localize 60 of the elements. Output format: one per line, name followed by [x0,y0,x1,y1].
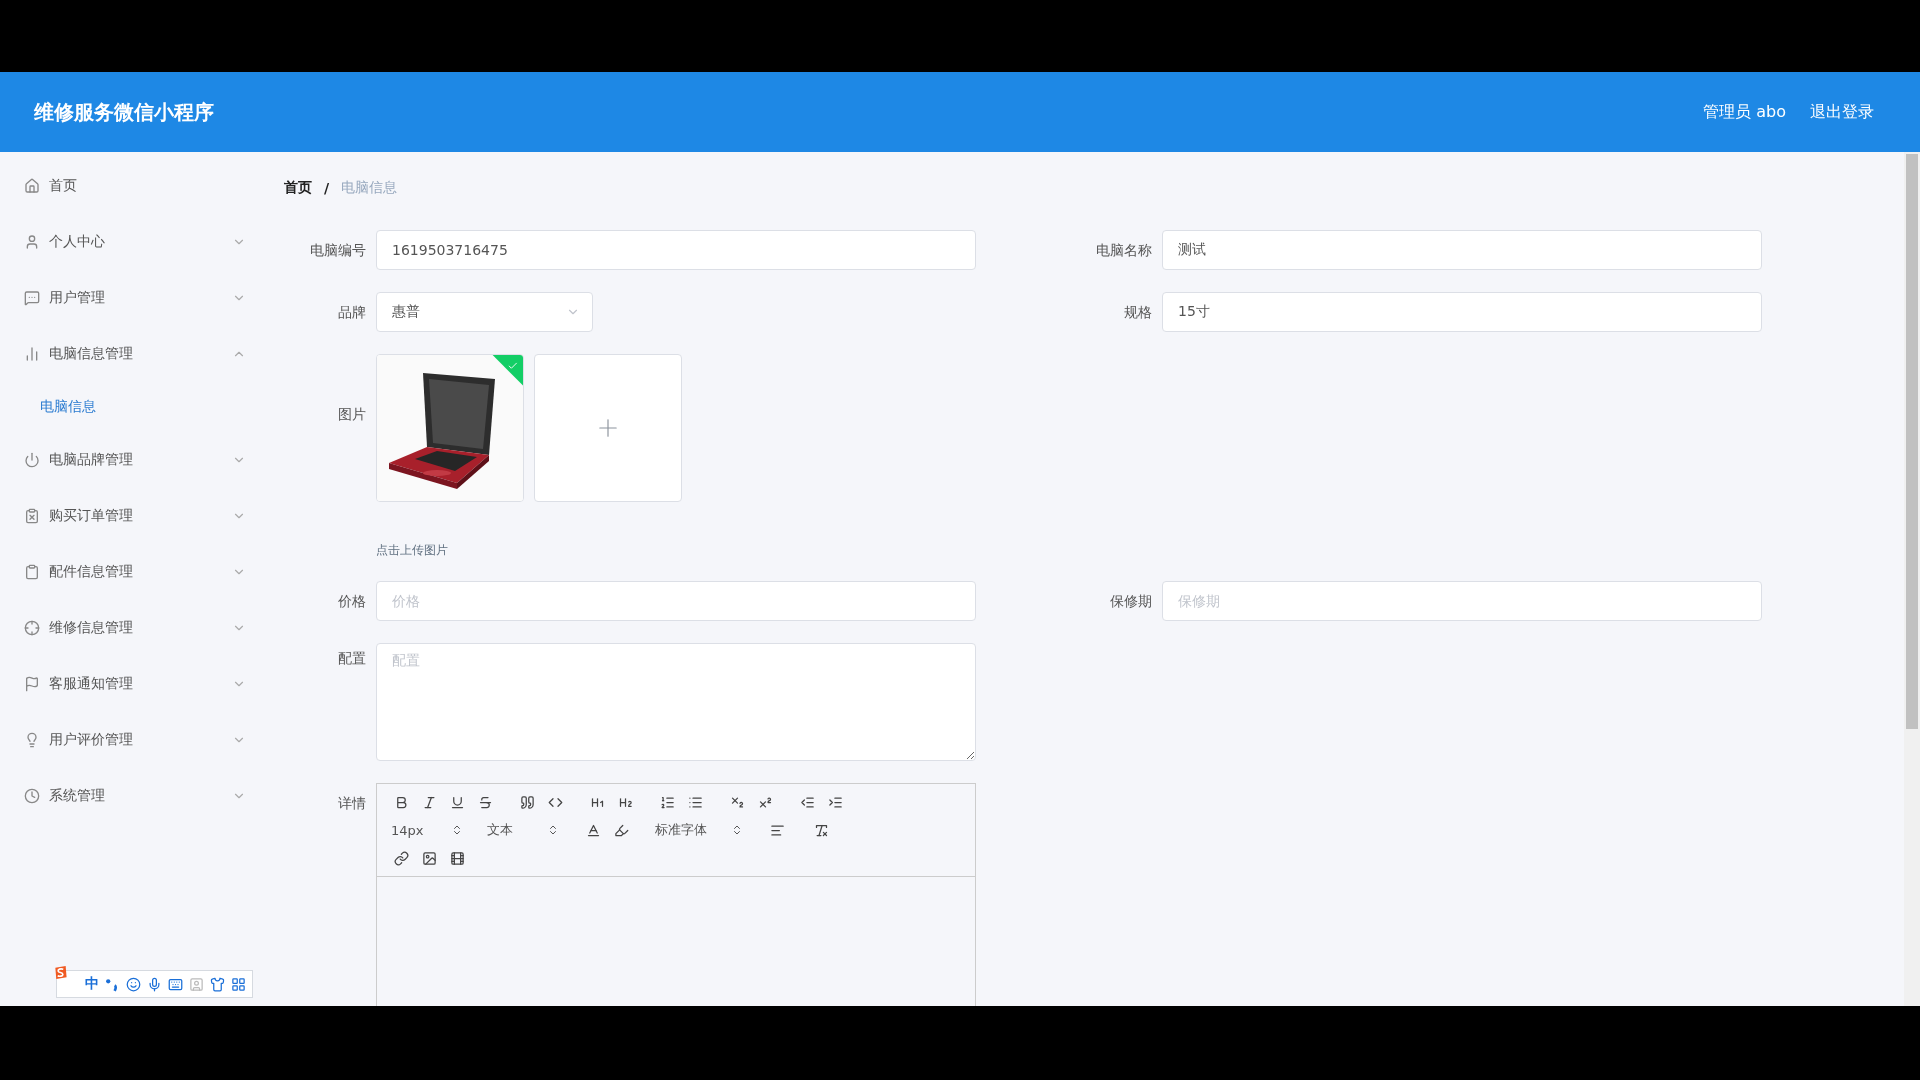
select-field[interactable]: 惠普 [376,292,593,332]
up-down-icon [547,824,559,836]
sidebar-item[interactable]: 个人中心 [0,214,270,270]
sidebar-item[interactable]: 用户评价管理 [0,712,270,768]
input-mode[interactable]: 中 [85,975,99,993]
clock-icon [24,788,40,804]
sidebar-subitem[interactable]: 电脑信息 [0,382,270,432]
logout-link[interactable]: 退出登录 [1810,101,1874,123]
sidebar-item[interactable]: 购买订单管理 [0,488,270,544]
sidebar-item[interactable]: 配件信息管理 [0,544,270,600]
grid-icon[interactable] [231,976,246,992]
field-label: 价格 [337,592,367,611]
sidebar-item[interactable]: 系统管理 [0,768,270,824]
scrollbar[interactable] [1904,152,1920,1006]
textarea-field[interactable]: 配置 [376,643,976,761]
flag-icon [24,676,40,692]
microphone-icon[interactable] [147,976,162,992]
text-field[interactable]: 保修期 [1162,581,1762,621]
chat-icon [24,290,40,306]
sidebar-item[interactable]: 用户管理 [0,270,270,326]
text-field[interactable]: 价格 [376,581,976,621]
font-family-select[interactable]: 标准字体 [651,820,747,840]
upload-hint: 点击上传图片 [376,542,449,559]
text-field[interactable]: 测试 [1162,230,1762,270]
field-label: 电脑编号 [309,241,367,260]
app-title: 维修服务微信小程序 [34,98,214,126]
breadcrumb-item[interactable]: 首页 [284,179,312,197]
breadcrumb-separator: / [324,180,330,196]
bar-chart-icon [24,346,40,362]
field-label: 电脑名称 [1095,241,1153,260]
clipboard-x-icon [24,508,40,524]
sidebar-item[interactable]: 电脑品牌管理 [0,432,270,488]
text-field[interactable]: 1619503716475 [376,230,976,270]
punctuation-icon[interactable] [105,976,120,992]
field-label: 图片 [337,405,367,424]
font-size-select[interactable]: 14px [387,820,467,840]
clipboard-icon [24,564,40,580]
text-field[interactable]: 15寸 [1162,292,1762,332]
sidebar-item[interactable]: 维修信息管理 [0,600,270,656]
sidebar-item[interactable]: 首页 [0,158,270,214]
user-link[interactable]: 管理员 abo [1703,101,1786,123]
field-label: 规格 [1123,303,1153,322]
field-label: 保修期 [1109,592,1153,611]
crosshair-icon [24,620,40,636]
shirt-icon[interactable] [210,976,225,992]
up-down-icon [451,824,463,836]
field-label: 品牌 [337,303,367,322]
field-label: 配置 [337,649,367,668]
sidebar-item[interactable]: 电脑信息管理 [0,326,270,382]
sidebar-item[interactable]: 客服通知管理 [0,656,270,712]
user-icon [24,234,40,250]
home-icon [24,178,40,194]
field-label: 详情 [337,794,367,813]
lightbulb-icon [24,732,40,748]
up-down-icon [731,824,743,836]
keyboard-icon[interactable] [168,976,183,992]
heading-select[interactable]: 文本 [483,820,563,840]
breadcrumb-item: 电脑信息 [341,179,398,197]
power-icon [24,452,40,468]
emoji-icon[interactable] [126,976,141,992]
